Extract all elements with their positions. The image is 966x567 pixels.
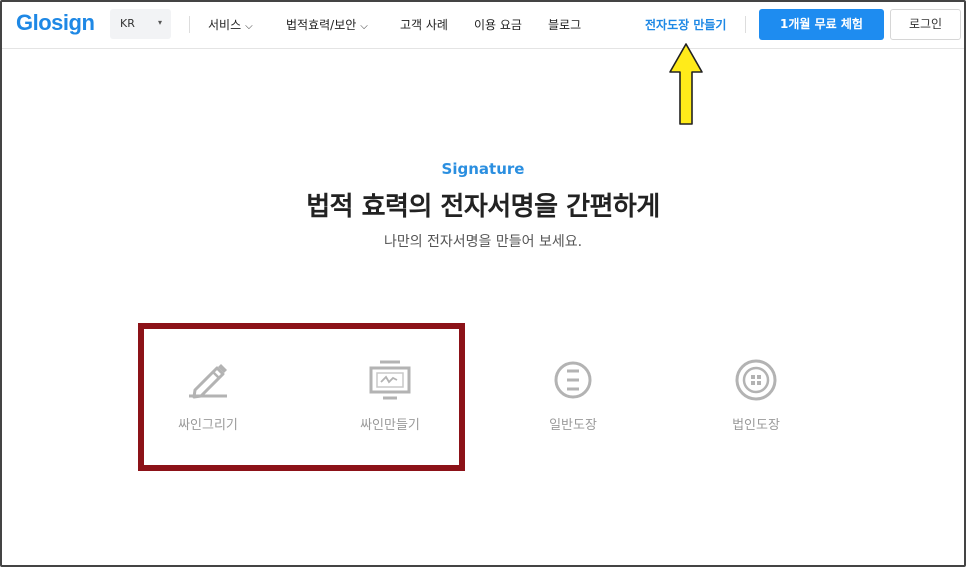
general-stamp-icon [554,361,592,399]
page-subtitle: 나만의 전자서명을 만들어 보세요. [383,234,583,250]
corporate-stamp-icon [735,359,777,401]
glosign-logo[interactable]: Glosign [16,10,95,36]
nav-pricing-label: 이용 요금 [474,18,522,32]
option-corporate-stamp[interactable]: 법인도장 [696,358,816,433]
chevron-down-icon: ⌵ [360,21,368,32]
nav-blog-label: 블로그 [548,18,582,32]
top-navigation-bar: Glosign KR ▾ 서비스 ⌵ 법적효력/보안 ⌵ 고객 사례 이용 요금 블… [2,2,964,49]
make-e-stamp-link[interactable]: 전자도장 만들기 [645,16,726,33]
login-button[interactable]: 로그인 [890,9,961,40]
chevron-down-icon: ⌵ [245,21,253,32]
option-label: 법인도장 [732,418,780,433]
nav-services-label: 서비스 [208,18,242,32]
nav-customer-cases[interactable]: 고객 사례 [400,16,448,33]
language-selector[interactable]: KR ▾ [110,9,171,39]
language-value: KR [120,17,135,30]
nav-services[interactable]: 서비스 ⌵ [208,16,253,33]
page-title: 법적 효력의 전자서명을 간편하게 [306,192,660,222]
nav-legal-security-label: 법적효력/보안 [286,18,357,32]
divider [189,16,190,33]
option-general-stamp[interactable]: 일반도장 [513,358,633,433]
annotation-arrow-up-icon [669,43,703,125]
nav-customer-cases-label: 고객 사례 [400,18,448,32]
option-label: 일반도장 [549,418,597,433]
section-eyebrow: Signature [441,160,525,178]
window-frame [0,0,966,567]
free-trial-button[interactable]: 1개월 무료 체험 [759,9,884,40]
caret-down-icon: ▾ [157,18,162,27]
nav-blog[interactable]: 블로그 [548,16,581,33]
nav-legal-security[interactable]: 법적효력/보안 ⌵ [286,16,368,33]
annotation-highlight-box [138,323,465,471]
divider [745,16,746,33]
nav-pricing[interactable]: 이용 요금 [474,16,522,33]
